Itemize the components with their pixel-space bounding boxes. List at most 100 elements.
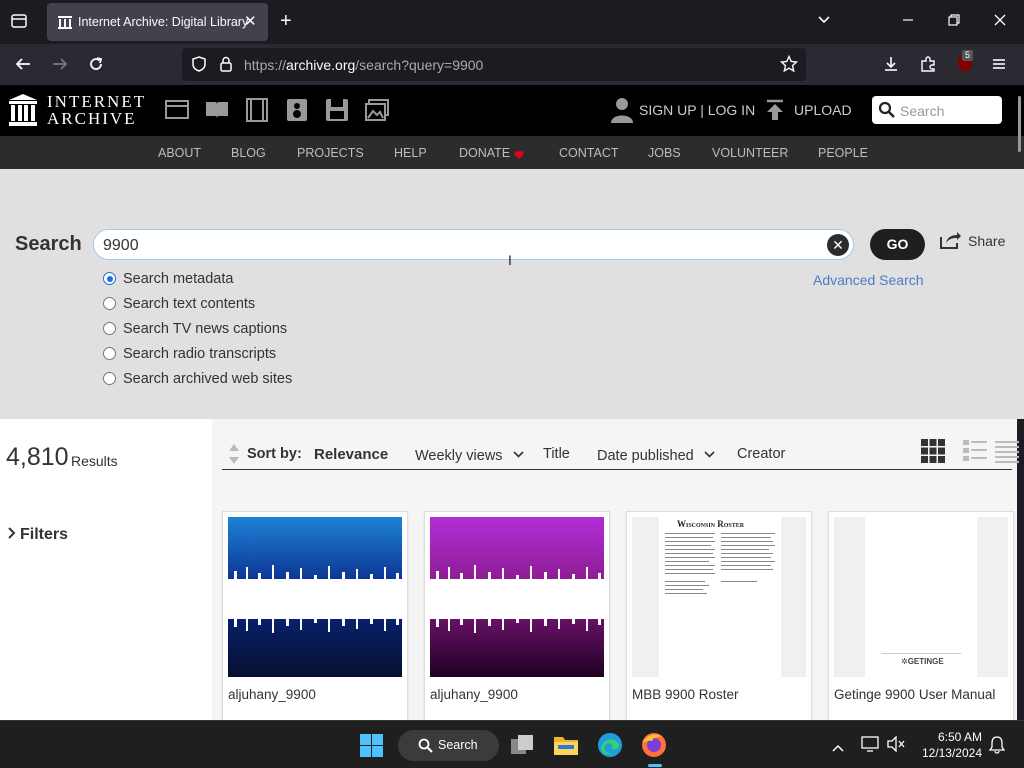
close-window-icon[interactable]	[992, 12, 1008, 34]
reload-icon[interactable]	[87, 55, 105, 79]
nav-blog[interactable]: BLOG	[231, 146, 266, 160]
new-tab-icon[interactable]: +	[280, 11, 292, 31]
chevron-up-icon[interactable]	[832, 739, 844, 757]
nav-contact[interactable]: CONTACT	[559, 146, 619, 160]
ia-logo[interactable]: INTERNET ARCHIVE	[0, 85, 145, 136]
result-tile[interactable]: Wisconsin Roster MBB 9900 Roster	[626, 511, 812, 731]
result-title[interactable]: Getinge 9900 User Manual	[834, 687, 995, 702]
search-panel: Search 9900 ✕ I GO Share Advanced Search…	[0, 169, 1024, 419]
edge-browser-icon[interactable]	[597, 732, 623, 763]
forward-icon[interactable]	[51, 55, 69, 79]
images-icon[interactable]	[365, 98, 389, 127]
audio-waveform-thumbnail[interactable]	[228, 517, 402, 677]
minimize-icon[interactable]	[900, 12, 916, 34]
downloads-icon[interactable]	[882, 55, 900, 79]
video-icon[interactable]	[245, 98, 269, 127]
radio-unchecked-icon[interactable]	[103, 322, 116, 335]
audio-icon[interactable]	[285, 98, 309, 127]
taskbar-clock[interactable]: 6:50 AM 12/13/2024	[912, 729, 982, 761]
url-text[interactable]: https://archive.org/search?query=9900	[244, 57, 483, 73]
nav-projects[interactable]: PROJECTS	[297, 146, 364, 160]
radio-checked-icon[interactable]	[103, 272, 116, 285]
tab-list-icon[interactable]	[10, 12, 28, 36]
ia-header-search-input[interactable]: Search	[872, 96, 1002, 124]
result-title[interactable]: MBB 9900 Roster	[632, 687, 739, 702]
web-icon[interactable]	[165, 98, 189, 127]
radio-unchecked-icon[interactable]	[103, 347, 116, 360]
chevron-down-icon	[513, 446, 524, 462]
volume-muted-icon[interactable]	[887, 735, 905, 757]
result-tile[interactable]: ✲GETINGE Getinge 9900 User Manual	[828, 511, 1014, 731]
sort-relevance[interactable]: Relevance	[314, 446, 388, 463]
nav-about[interactable]: ABOUT	[158, 146, 201, 160]
list-compact-view-icon[interactable]	[995, 439, 1019, 468]
notification-bell-icon[interactable]	[988, 736, 1006, 759]
shield-icon[interactable]	[190, 55, 208, 79]
address-bar[interactable]: https://archive.org/search?query=9900	[182, 48, 806, 81]
sort-bar: Sort by: Relevance Weekly views Title Da…	[222, 419, 1019, 470]
advanced-search-link[interactable]: Advanced Search	[813, 272, 924, 288]
radio-search-tv[interactable]: Search TV news captions	[103, 321, 287, 337]
donate-heart-icon	[514, 147, 524, 165]
document-thumbnail[interactable]: ✲GETINGE	[834, 517, 1008, 677]
sort-creator[interactable]: Creator	[737, 446, 785, 462]
nav-jobs[interactable]: JOBS	[648, 146, 681, 160]
nav-donate[interactable]: DONATE	[459, 146, 510, 160]
task-view-icon[interactable]	[510, 733, 534, 762]
extensions-icon[interactable]	[919, 55, 937, 79]
sort-arrows-icon[interactable]	[228, 444, 240, 469]
upload-icon[interactable]	[766, 99, 784, 126]
result-title[interactable]: aljuhany_9900	[430, 687, 518, 702]
page-scrollbar[interactable]	[1018, 96, 1021, 152]
radio-search-text[interactable]: Search text contents	[103, 296, 255, 312]
radio-unchecked-icon[interactable]	[103, 297, 116, 310]
list-detail-view-icon[interactable]	[963, 439, 987, 468]
go-button[interactable]: GO	[870, 229, 925, 260]
lock-icon[interactable]	[218, 55, 234, 79]
result-tile[interactable]: aljuhany_9900	[424, 511, 610, 731]
sort-date-published[interactable]: Date published	[597, 446, 715, 464]
clear-search-icon[interactable]: ✕	[827, 234, 849, 256]
clock-time: 6:50 AM	[937, 730, 982, 744]
result-title[interactable]: aljuhany_9900	[228, 687, 316, 702]
results-count-label: Results	[71, 453, 118, 469]
ublock-extension-icon[interactable]: 5	[955, 50, 975, 74]
getinge-logo-icon: ✲	[901, 657, 908, 666]
signup-login-link[interactable]: SIGN UP | LOG IN	[639, 102, 755, 118]
software-icon[interactable]	[325, 98, 349, 127]
taskbar-search[interactable]: Search	[398, 730, 499, 761]
search-icon	[418, 738, 433, 756]
active-tab[interactable]: Internet Archive: Digital Library ✕	[47, 3, 268, 41]
radio-search-web[interactable]: Search archived web sites	[103, 371, 292, 387]
firefox-browser-icon[interactable]	[640, 731, 668, 764]
file-explorer-icon[interactable]	[553, 733, 579, 762]
user-icon[interactable]	[611, 97, 633, 128]
nav-people[interactable]: PEOPLE	[818, 146, 868, 160]
grid-view-icon[interactable]	[921, 439, 945, 468]
menu-hamburger-icon[interactable]	[990, 55, 1008, 79]
upload-link[interactable]: UPLOAD	[794, 102, 852, 118]
back-icon[interactable]	[14, 55, 32, 79]
network-icon[interactable]	[861, 736, 879, 757]
search-query-value: 9900	[103, 237, 139, 254]
search-query-input[interactable]: 9900 ✕	[93, 229, 854, 260]
radio-unchecked-icon[interactable]	[103, 372, 116, 385]
filters-toggle[interactable]: Filters	[8, 526, 68, 544]
nav-help[interactable]: HELP	[394, 146, 427, 160]
close-tab-icon[interactable]: ✕	[244, 12, 257, 30]
nav-volunteer[interactable]: VOLUNTEER	[712, 146, 788, 160]
windows-start-icon[interactable]	[360, 734, 383, 762]
result-tile[interactable]: aljuhany_9900	[222, 511, 408, 731]
radio-search-radio[interactable]: Search radio transcripts	[103, 346, 276, 362]
radio-search-metadata[interactable]: Search metadata	[103, 271, 233, 287]
audio-waveform-thumbnail[interactable]	[430, 517, 604, 677]
tab-overflow-chevron-icon[interactable]	[816, 12, 832, 34]
share-button[interactable]: Share	[940, 231, 1005, 252]
bookmark-star-icon[interactable]	[779, 54, 799, 79]
restore-icon[interactable]	[946, 12, 962, 34]
document-thumbnail[interactable]: Wisconsin Roster	[632, 517, 806, 677]
sort-title[interactable]: Title	[543, 446, 570, 462]
sort-weekly-views[interactable]: Weekly views	[415, 446, 524, 464]
sort-by-label: Sort by:	[247, 446, 302, 462]
texts-icon[interactable]	[205, 98, 229, 127]
